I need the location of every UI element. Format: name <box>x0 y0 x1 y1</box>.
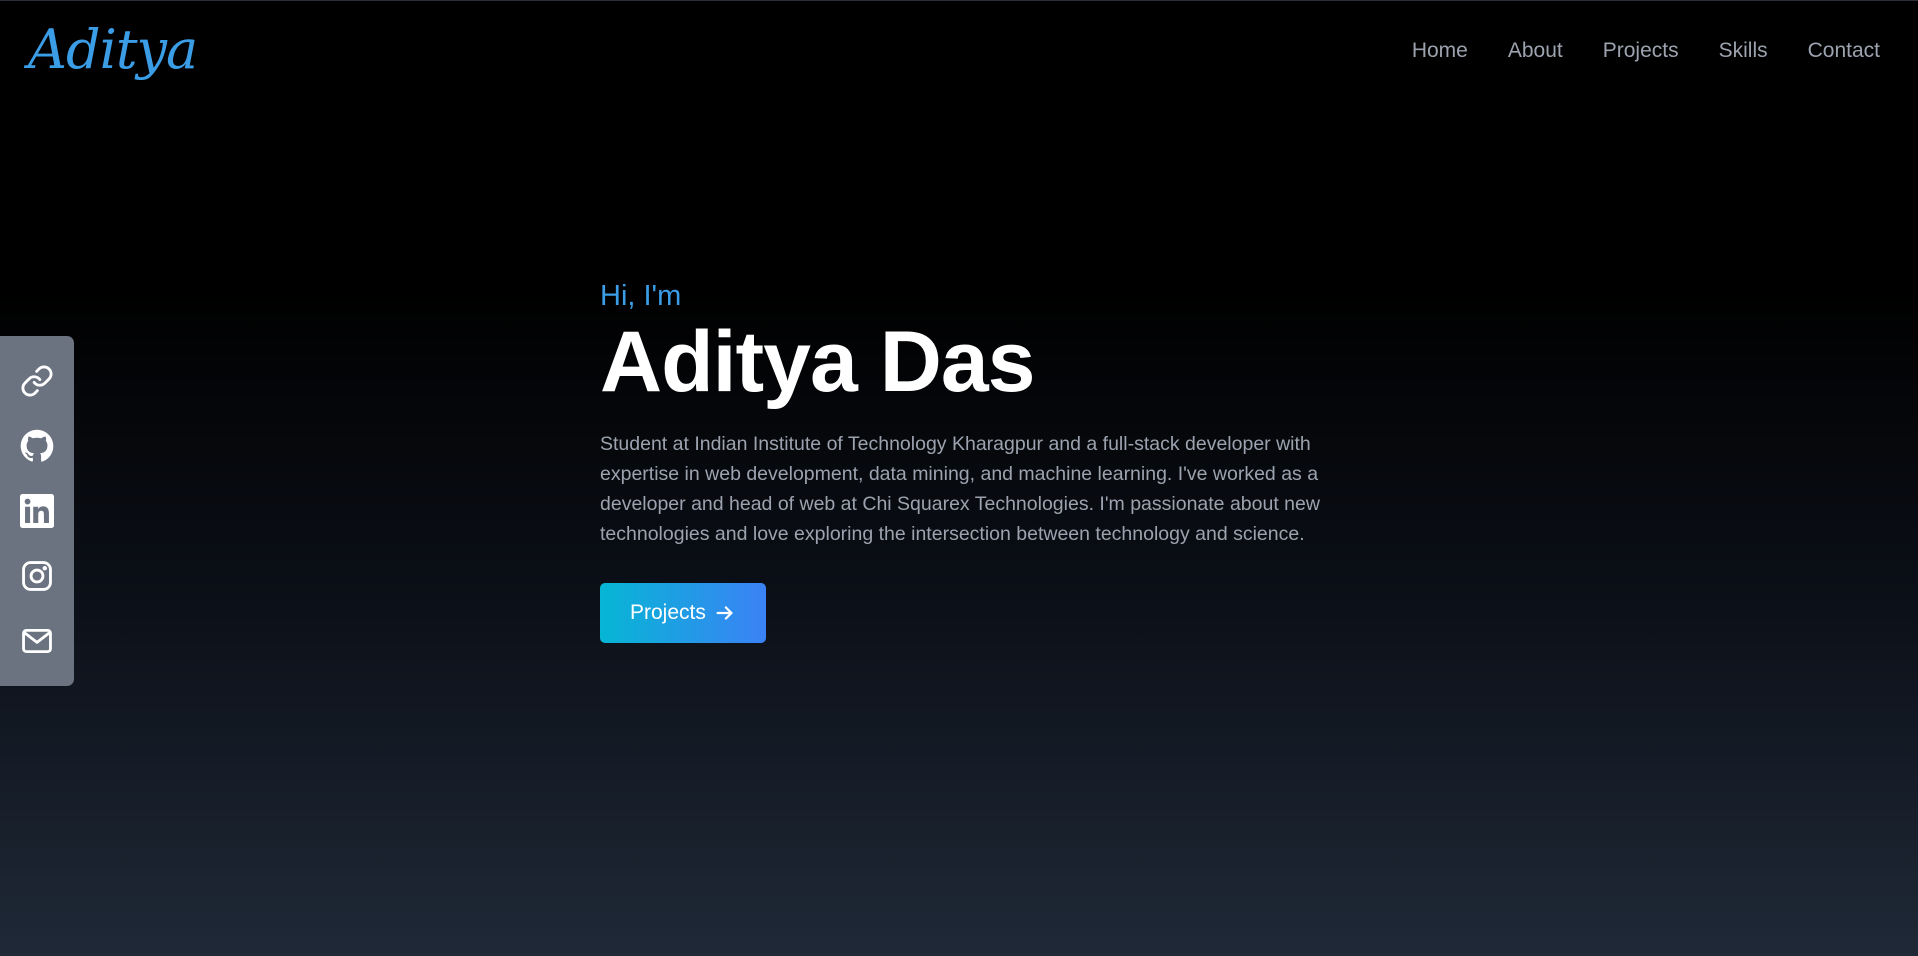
instagram-icon[interactable] <box>19 558 55 594</box>
mail-icon[interactable] <box>19 623 55 659</box>
nav-item-contact: Contact <box>1808 39 1880 63</box>
social-links-bar <box>0 336 74 686</box>
nav-item-home: Home <box>1412 39 1468 63</box>
nav-link-projects[interactable]: Projects <box>1603 39 1679 62</box>
logo[interactable]: Aditya <box>28 23 198 77</box>
linkedin-icon[interactable] <box>19 493 55 529</box>
nav-link-home[interactable]: Home <box>1412 39 1468 62</box>
link-icon[interactable] <box>19 363 55 399</box>
hero-description: Student at Indian Institute of Technolog… <box>600 433 1320 546</box>
nav-item-skills: Skills <box>1719 39 1768 63</box>
hero-name: Aditya Das <box>600 313 1036 410</box>
github-icon[interactable] <box>19 428 55 464</box>
navbar: Aditya Home About Projects Skills Contac… <box>0 1 1918 101</box>
projects-button-label: Projects <box>630 601 706 625</box>
hero-section: Hi, I'm Aditya Das Student at Indian Ins… <box>600 279 1340 644</box>
nav-item-projects: Projects <box>1603 39 1679 63</box>
projects-button[interactable]: Projects <box>600 583 766 644</box>
hero-greeting: Hi, I'm <box>600 280 682 312</box>
nav-links: Home About Projects Skills Contact <box>1412 39 1880 63</box>
nav-link-skills[interactable]: Skills <box>1719 39 1768 62</box>
nav-link-about[interactable]: About <box>1508 39 1563 62</box>
nav-link-contact[interactable]: Contact <box>1808 39 1880 62</box>
nav-item-about: About <box>1508 39 1563 63</box>
arrow-right-icon <box>716 606 733 620</box>
